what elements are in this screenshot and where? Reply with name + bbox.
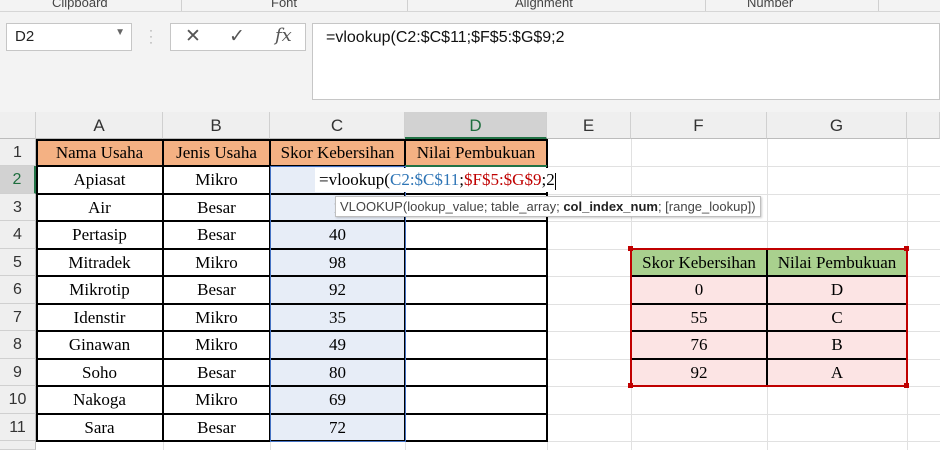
table-cell[interactable]: Besar	[163, 359, 270, 386]
column-header-e[interactable]: E	[547, 112, 631, 139]
table-border	[36, 139, 38, 442]
table-cell[interactable]: Mikro	[163, 331, 270, 359]
column-header-f[interactable]: F	[631, 112, 767, 139]
ribbon-separator	[878, 0, 879, 11]
row-header-8[interactable]: 8	[0, 331, 36, 359]
formula-ref-blue: C2:$C$11	[389, 170, 460, 189]
name-box-value: D2	[15, 28, 35, 45]
active-cell-top-border	[405, 165, 547, 167]
table-cell[interactable]: Mikro	[163, 386, 270, 414]
row-header-6[interactable]: 6	[0, 276, 36, 304]
header-cell-skor-kebersihan[interactable]: Skor Kebersihan	[270, 139, 405, 166]
row-header-12[interactable]	[0, 441, 36, 450]
row-header-11[interactable]: 11	[0, 414, 36, 441]
table-cell[interactable]: Mitradek	[36, 249, 163, 276]
row-header-1[interactable]: 1	[0, 139, 36, 166]
table-border	[162, 139, 164, 442]
resize-handle[interactable]	[628, 246, 633, 251]
column-header-c[interactable]: C	[270, 112, 405, 139]
row-header-5[interactable]: 5	[0, 249, 36, 276]
table-cell[interactable]: Besar	[163, 276, 270, 304]
header-cell-nama-usaha[interactable]: Nama Usaha	[36, 139, 163, 166]
tooltip-function-name[interactable]: VLOOKUP	[340, 199, 403, 214]
table-cell[interactable]: Air	[36, 194, 163, 221]
column-header-h[interactable]	[907, 112, 940, 139]
column-header-g[interactable]: G	[767, 112, 907, 139]
table-border	[36, 139, 548, 141]
table-cell[interactable]: Mikrotip	[36, 276, 163, 304]
worksheet-grid[interactable]: A B C D E F G 1 2 3 4 5 6 7 8 9 10 11 Na…	[0, 112, 940, 450]
select-all-corner[interactable]	[0, 112, 36, 139]
name-box[interactable]: D2 ▼	[6, 23, 132, 51]
table-cell[interactable]: Besar	[163, 221, 270, 249]
column-header-d[interactable]: D	[405, 112, 547, 139]
tooltip-current-arg: col_index_num	[563, 199, 658, 214]
chevron-down-icon[interactable]: ▼	[115, 27, 125, 38]
ribbon-group-alignment: Alignment	[515, 0, 573, 10]
formula-buttons: ✕ ✓ fx	[170, 23, 306, 51]
header-cell-jenis-usaha[interactable]: Jenis Usaha	[163, 139, 270, 166]
row-header-2[interactable]: 2	[0, 166, 36, 194]
formula-ref-red: $F$5:$G$9	[464, 170, 542, 189]
ribbon-group-number: Number	[747, 0, 794, 10]
range-highlight-f5-g9	[630, 248, 908, 387]
table-cell[interactable]: Besar	[163, 194, 270, 221]
table-cell[interactable]: Idenstir	[36, 304, 163, 331]
ribbon-separator	[181, 0, 182, 11]
row-header-3[interactable]: 3	[0, 194, 36, 221]
checkmark-icon[interactable]: ✓	[229, 25, 245, 48]
table-cell[interactable]: Besar	[163, 414, 270, 441]
text-cursor	[554, 172, 556, 190]
header-cell-nilai-pembukuan[interactable]: Nilai Pembukuan	[405, 139, 547, 166]
resize-handle[interactable]	[904, 383, 909, 388]
tooltip-rest: ; [range_lookup])	[657, 199, 756, 214]
table-cell[interactable]: Ginawan	[36, 331, 163, 359]
row-header-7[interactable]: 7	[0, 304, 36, 331]
row-header-10[interactable]: 10	[0, 386, 36, 414]
table-cell[interactable]: Mikro	[163, 304, 270, 331]
table-cell[interactable]: Mikro	[163, 249, 270, 276]
drag-handle-icon[interactable]: · · ·	[149, 24, 153, 48]
column-header-b[interactable]: B	[163, 112, 270, 139]
row-header-4[interactable]: 4	[0, 221, 36, 249]
ribbon-separator	[407, 0, 408, 11]
ribbon-group-clipboard: Clipboard	[52, 0, 108, 10]
column-header-a[interactable]: A	[36, 112, 163, 139]
table-cell[interactable]: Nakoga	[36, 386, 163, 414]
formula-arg-col: 2	[546, 170, 555, 189]
table-cell[interactable]: Apiasat	[36, 166, 163, 194]
formula-prefix: =vlookup(	[319, 170, 390, 189]
table-cell[interactable]: Sara	[36, 414, 163, 441]
close-icon[interactable]: ✕	[185, 25, 201, 48]
ribbon-group-font: Font	[271, 0, 298, 10]
formula-input[interactable]: =vlookup(C2:$C$11;$F$5:$G$9;2	[312, 23, 940, 100]
resize-handle[interactable]	[628, 383, 633, 388]
table-cell[interactable]: Pertasip	[36, 221, 163, 249]
table-cell[interactable]: Mikro	[163, 166, 270, 194]
row-header-9[interactable]: 9	[0, 359, 36, 386]
tooltip-args: lookup_value; table_array;	[407, 199, 564, 214]
table-cell[interactable]: Soho	[36, 359, 163, 386]
ribbon-group-labels: Clipboard Font Alignment Number	[0, 0, 940, 12]
function-icon[interactable]: fx	[275, 25, 292, 46]
ribbon-separator	[705, 0, 706, 11]
function-tooltip[interactable]: VLOOKUP(lookup_value; table_array; col_i…	[335, 196, 761, 217]
in-cell-editor[interactable]: =vlookup(C2:$C$11;$F$5:$G$9;2	[315, 168, 580, 192]
resize-handle[interactable]	[904, 246, 909, 251]
